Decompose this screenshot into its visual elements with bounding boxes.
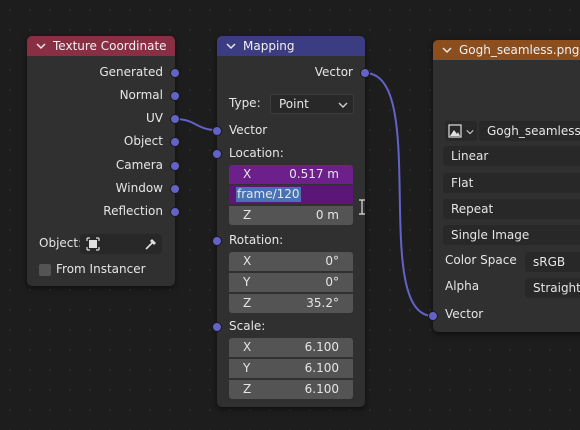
object-field[interactable] (80, 234, 162, 254)
input-socket-location[interactable] (212, 149, 222, 159)
link-mapping-to-image (364, 72, 434, 317)
output-socket-normal[interactable] (170, 91, 180, 101)
type-value: Point (279, 97, 309, 111)
field-value: 0 m (315, 208, 339, 222)
output-label-normal: Normal (119, 88, 163, 102)
location-z-field[interactable]: Z 0 m (229, 206, 353, 225)
projection-value: Flat (451, 176, 474, 190)
output-label-uv: UV (146, 111, 163, 125)
image-browse-button[interactable] (445, 121, 477, 141)
type-dropdown[interactable]: Point (270, 94, 354, 114)
alpha-value: Straight (533, 281, 580, 295)
scale-x-field[interactable]: X 6.100 (229, 338, 353, 357)
interpolation-dropdown[interactable]: Linear (443, 146, 580, 166)
output-socket-camera[interactable] (170, 161, 180, 171)
input-socket-rotation[interactable] (212, 236, 222, 246)
scale-y-field[interactable]: Y 6.100 (229, 359, 353, 378)
image-texture-header[interactable]: Gogh_seamless.png (433, 40, 580, 60)
field-value: 6.100 (304, 382, 339, 396)
input-label-vector: Vector (445, 307, 484, 321)
output-socket-vector[interactable] (360, 68, 370, 78)
texture-coordinate-header[interactable]: Texture Coordinate (27, 36, 175, 56)
input-label-vector: Vector (229, 123, 268, 137)
rotation-label: Rotation: (229, 233, 284, 247)
input-socket-vector[interactable] (212, 126, 222, 136)
color-space-label: Color Space (445, 253, 517, 267)
field-value: 0° (325, 254, 339, 268)
image-name-field[interactable]: Gogh_seamless... (479, 121, 580, 141)
field-label: X (243, 254, 252, 268)
field-label: Y (243, 361, 251, 375)
output-label-window: Window (115, 181, 163, 195)
node-title: Texture Coordinate (53, 39, 167, 53)
scale-z-field[interactable]: Z 6.100 (229, 380, 353, 399)
field-value: 35.2° (306, 296, 339, 310)
field-label: X (243, 340, 252, 354)
output-socket-object[interactable] (170, 137, 180, 147)
interpolation-value: Linear (451, 149, 489, 163)
eyedropper-icon[interactable] (144, 237, 158, 251)
location-label: Location: (229, 146, 284, 160)
text-cursor-icon (359, 199, 365, 215)
source-dropdown[interactable]: Single Image (443, 225, 580, 245)
extension-dropdown[interactable]: Repeat (443, 199, 580, 219)
node-title: Gogh_seamless.png (459, 43, 580, 57)
link-uv-to-vector (174, 118, 218, 131)
mapping-node[interactable]: Mapping Vector Type: Point Vector Locati… (212, 36, 370, 407)
from-instancer-label: From Instancer (56, 262, 146, 276)
rotation-z-field[interactable]: Z 35.2° (229, 294, 353, 313)
collapse-chevron-icon[interactable] (225, 40, 237, 52)
output-socket-uv[interactable] (170, 114, 180, 124)
output-socket-window[interactable] (170, 184, 180, 194)
output-socket-reflection[interactable] (170, 207, 180, 217)
alpha-label: Alpha (445, 279, 480, 293)
output-label-generated: Generated (99, 65, 163, 79)
extension-value: Repeat (451, 202, 494, 216)
image-name: Gogh_seamless... (487, 124, 580, 138)
output-label-vector: Vector (314, 65, 353, 79)
chevron-down-icon (466, 130, 474, 135)
edit-text[interactable]: frame/120 (236, 187, 301, 202)
color-space-dropdown[interactable]: sRGB (525, 252, 580, 272)
type-label: Type: (229, 96, 261, 110)
mapping-header[interactable]: Mapping (217, 36, 365, 56)
object-icon (86, 237, 100, 251)
from-instancer-checkbox[interactable] (39, 264, 51, 276)
field-value: 6.100 (304, 340, 339, 354)
image-texture-node[interactable]: Gogh_seamless.png Gogh_seamless... Linea… (428, 40, 580, 332)
field-label: Z (243, 208, 252, 222)
color-space-value: sRGB (533, 255, 566, 269)
field-value: 6.100 (304, 361, 339, 375)
collapse-chevron-icon[interactable] (441, 44, 453, 56)
scale-label: Scale: (229, 319, 266, 333)
source-value: Single Image (451, 228, 530, 242)
projection-dropdown[interactable]: Flat (443, 173, 580, 193)
field-value: 0° (325, 275, 339, 289)
output-label-camera: Camera (115, 158, 163, 172)
collapse-chevron-icon[interactable] (35, 40, 47, 52)
input-socket-vector[interactable] (428, 311, 438, 321)
input-socket-scale[interactable] (212, 322, 222, 332)
image-icon (448, 124, 462, 138)
field-label: Z (243, 382, 252, 396)
output-label-object: Object (123, 134, 163, 148)
output-label-reflection: Reflection (103, 204, 163, 218)
field-label: Y (243, 275, 251, 289)
output-socket-generated[interactable] (170, 68, 180, 78)
rotation-x-field[interactable]: X 0° (229, 252, 353, 271)
field-value: 0.517 m (289, 167, 339, 181)
texture-coordinate-node[interactable]: Texture Coordinate Generated Normal UV O… (27, 36, 180, 286)
location-y-field-editing[interactable]: frame/120 (229, 185, 353, 204)
field-label: Z (243, 296, 252, 310)
chevron-down-icon (338, 102, 348, 108)
object-label: Object: (39, 236, 83, 250)
alpha-dropdown[interactable]: Straight (525, 278, 580, 298)
location-x-field[interactable]: X 0.517 m (229, 165, 353, 184)
rotation-y-field[interactable]: Y 0° (229, 273, 353, 292)
field-label: X (243, 167, 252, 181)
node-title: Mapping (243, 39, 295, 53)
